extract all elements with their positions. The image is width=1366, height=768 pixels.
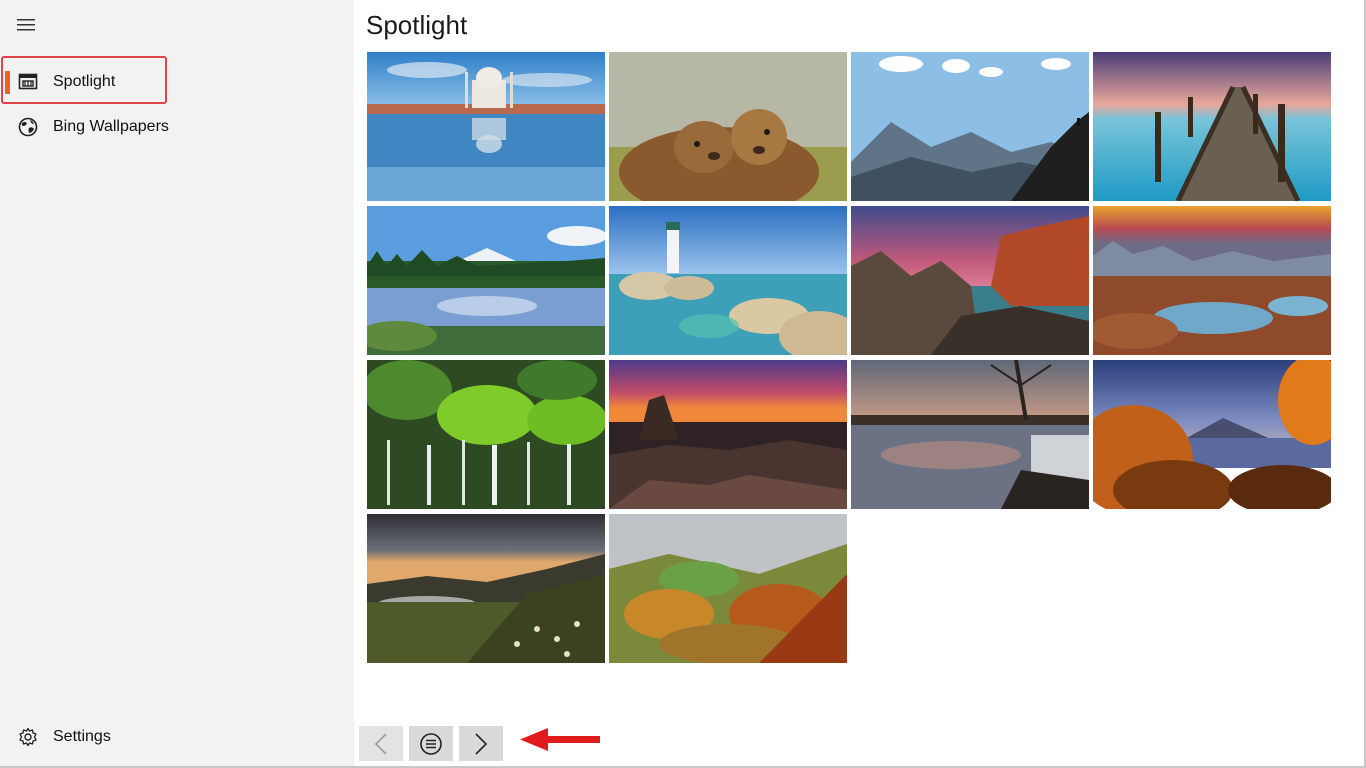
main-content: Spotlight [354,0,1366,768]
river-waterfall-dusk-thumbnail [851,360,1089,509]
lighthouse-rocks-thumbnail [609,206,847,355]
hamburger-icon[interactable] [10,10,42,40]
crater-lake-sunset-thumbnail [1093,206,1331,355]
wallpaper-thumbnail[interactable] [1093,52,1331,201]
settings-label: Settings [53,728,111,745]
red-cliffs-sea-thumbnail [851,206,1089,355]
page-title: Spotlight [366,10,468,40]
wallpaper-thumbnail[interactable] [609,514,847,663]
wallpaper-thumbnail[interactable] [851,52,1089,201]
wallpaper-thumbnail[interactable] [1093,206,1331,355]
wallpaper-grid [367,52,1337,663]
red-arrow-icon [518,724,602,761]
mossy-waterfall-thumbnail [367,360,605,509]
next-page-button[interactable] [459,726,503,761]
wallpaper-thumbnail[interactable] [367,52,605,201]
wallpaper-thumbnail[interactable] [367,360,605,509]
autumn-mountain-fuji-thumbnail [1093,360,1331,509]
wallpaper-thumbnail[interactable] [609,206,847,355]
globe-icon [16,115,40,139]
temple-ruins-sunset-thumbnail [609,360,847,509]
sidebar-item-label: Bing Wallpapers [53,118,169,135]
autumn-valley-thumbnail [609,514,847,663]
forest-lake-mountain-thumbnail [367,206,605,355]
taj-mahal-thumbnail [367,52,605,201]
wallpaper-thumbnail[interactable] [367,206,605,355]
wallpaper-thumbnail[interactable] [1093,360,1331,509]
sidebar-item-settings[interactable]: Settings [2,715,352,759]
marmots-thumbnail [609,52,847,201]
sidebar: Spotlight Bing Wallpapers Settings [0,0,354,768]
previous-page-button[interactable] [359,726,403,761]
wallpaper-thumbnail[interactable] [851,206,1089,355]
chevron-left-icon [374,732,387,755]
list-circle-icon [420,732,442,755]
wooden-pier-thumbnail [1093,52,1331,201]
wallpaper-thumbnail[interactable] [609,52,847,201]
list-view-button[interactable] [409,726,453,761]
sidebar-item-bing-wallpapers[interactable]: Bing Wallpapers [2,105,352,149]
spotlight-highlight-box [1,56,167,104]
sunset-valley-flowers-thumbnail [367,514,605,663]
gear-icon [16,725,40,749]
wallpaper-thumbnail[interactable] [851,360,1089,509]
wallpaper-thumbnail[interactable] [609,360,847,509]
wallpaper-thumbnail[interactable] [367,514,605,663]
mountain-climber-thumbnail [851,52,1089,201]
chevron-right-icon [475,732,488,755]
